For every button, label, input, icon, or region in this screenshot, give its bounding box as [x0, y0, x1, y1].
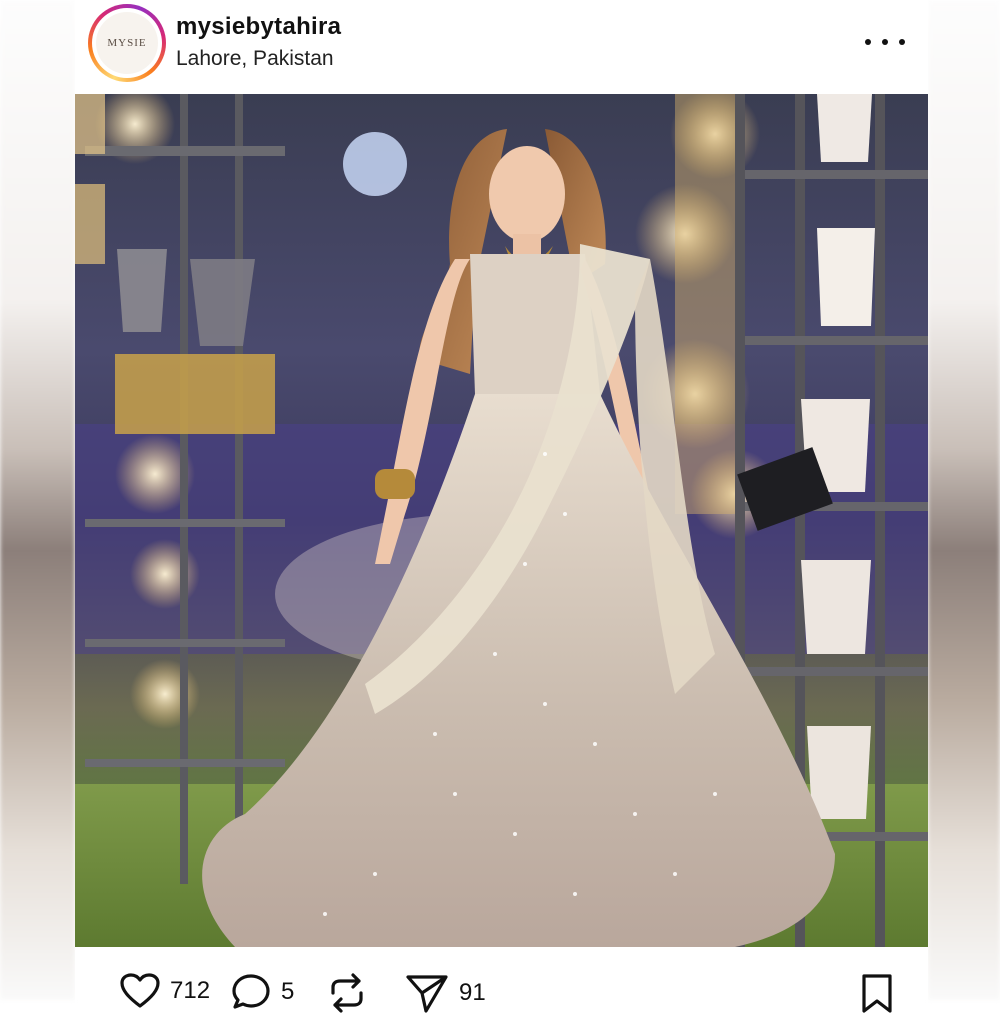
heart-icon [120, 973, 160, 1008]
share-count: 91 [459, 979, 486, 1006]
right-blur-gutter [928, 0, 1000, 1000]
like-count: 712 [170, 977, 211, 1004]
post-photo[interactable] [75, 94, 928, 947]
share-button[interactable]: 91 [405, 973, 486, 1013]
post-actions-bar: 712 5 91 [75, 955, 928, 1013]
instagram-post: MYSIE mysiebytahira Lahore, Pakistan 712… [75, 0, 928, 1013]
left-blur-gutter [0, 0, 75, 1000]
post-header: MYSIE mysiebytahira Lahore, Pakistan [75, 0, 928, 94]
send-icon [406, 975, 448, 1013]
comment-bubble-icon [232, 974, 270, 1009]
photo-illustration [75, 94, 928, 947]
username-link[interactable]: mysiebytahira [176, 13, 341, 41]
avatar-logo: MYSIE [96, 12, 158, 74]
more-horizontal-icon[interactable] [865, 30, 905, 54]
repost-button[interactable] [327, 973, 367, 1013]
like-button[interactable]: 712 [120, 973, 210, 1009]
repost-icon [331, 973, 363, 1013]
comment-count: 5 [281, 978, 295, 1005]
save-button[interactable] [860, 973, 894, 1013]
profile-avatar[interactable]: MYSIE [88, 4, 166, 82]
location-link[interactable]: Lahore, Pakistan [176, 47, 334, 71]
comment-button[interactable]: 5 [231, 973, 294, 1011]
bookmark-icon [862, 974, 892, 1013]
